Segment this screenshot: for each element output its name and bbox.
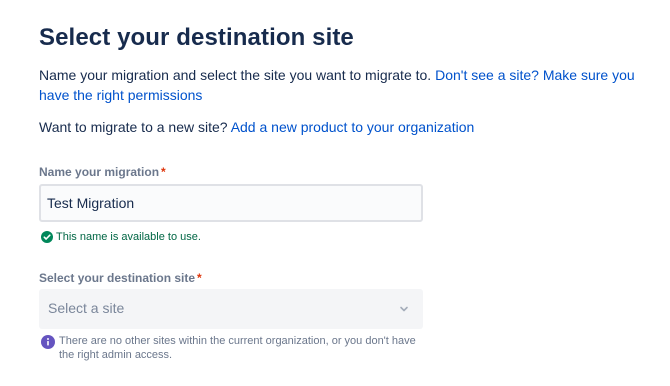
no-sites-info-message: There are no other sites within the curr… <box>41 334 431 362</box>
migration-name-label: Name your migration * <box>39 164 166 180</box>
destination-site-label: Select your destination site * <box>39 270 202 286</box>
select-placeholder: Select a site <box>48 300 125 316</box>
required-marker: * <box>161 165 166 179</box>
add-product-link[interactable]: Add a new product to your organization <box>231 119 475 135</box>
destination-site-label-text: Select your destination site <box>39 271 196 285</box>
chevron-down-icon <box>400 306 408 312</box>
check-circle-icon <box>41 231 53 243</box>
name-available-message: This name is available to use. <box>41 230 201 244</box>
migration-destination-page: Select your destination site Name your m… <box>0 0 670 386</box>
new-site-text: Want to migrate to a new site? <box>39 119 231 135</box>
required-marker: * <box>197 271 202 285</box>
intro-text: Name your migration and select the site … <box>39 67 436 83</box>
destination-site-select[interactable]: Select a site <box>39 289 423 329</box>
page-title: Select your destination site <box>39 24 354 51</box>
intro-paragraph: Name your migration and select the site … <box>39 65 649 105</box>
migration-name-input[interactable] <box>39 184 423 222</box>
no-sites-info-text: There are no other sites within the curr… <box>59 335 416 361</box>
info-icon <box>41 335 55 349</box>
migration-name-label-text: Name your migration <box>39 165 160 179</box>
name-available-text: This name is available to use. <box>56 231 201 243</box>
new-site-paragraph: Want to migrate to a new site? Add a new… <box>39 117 649 137</box>
